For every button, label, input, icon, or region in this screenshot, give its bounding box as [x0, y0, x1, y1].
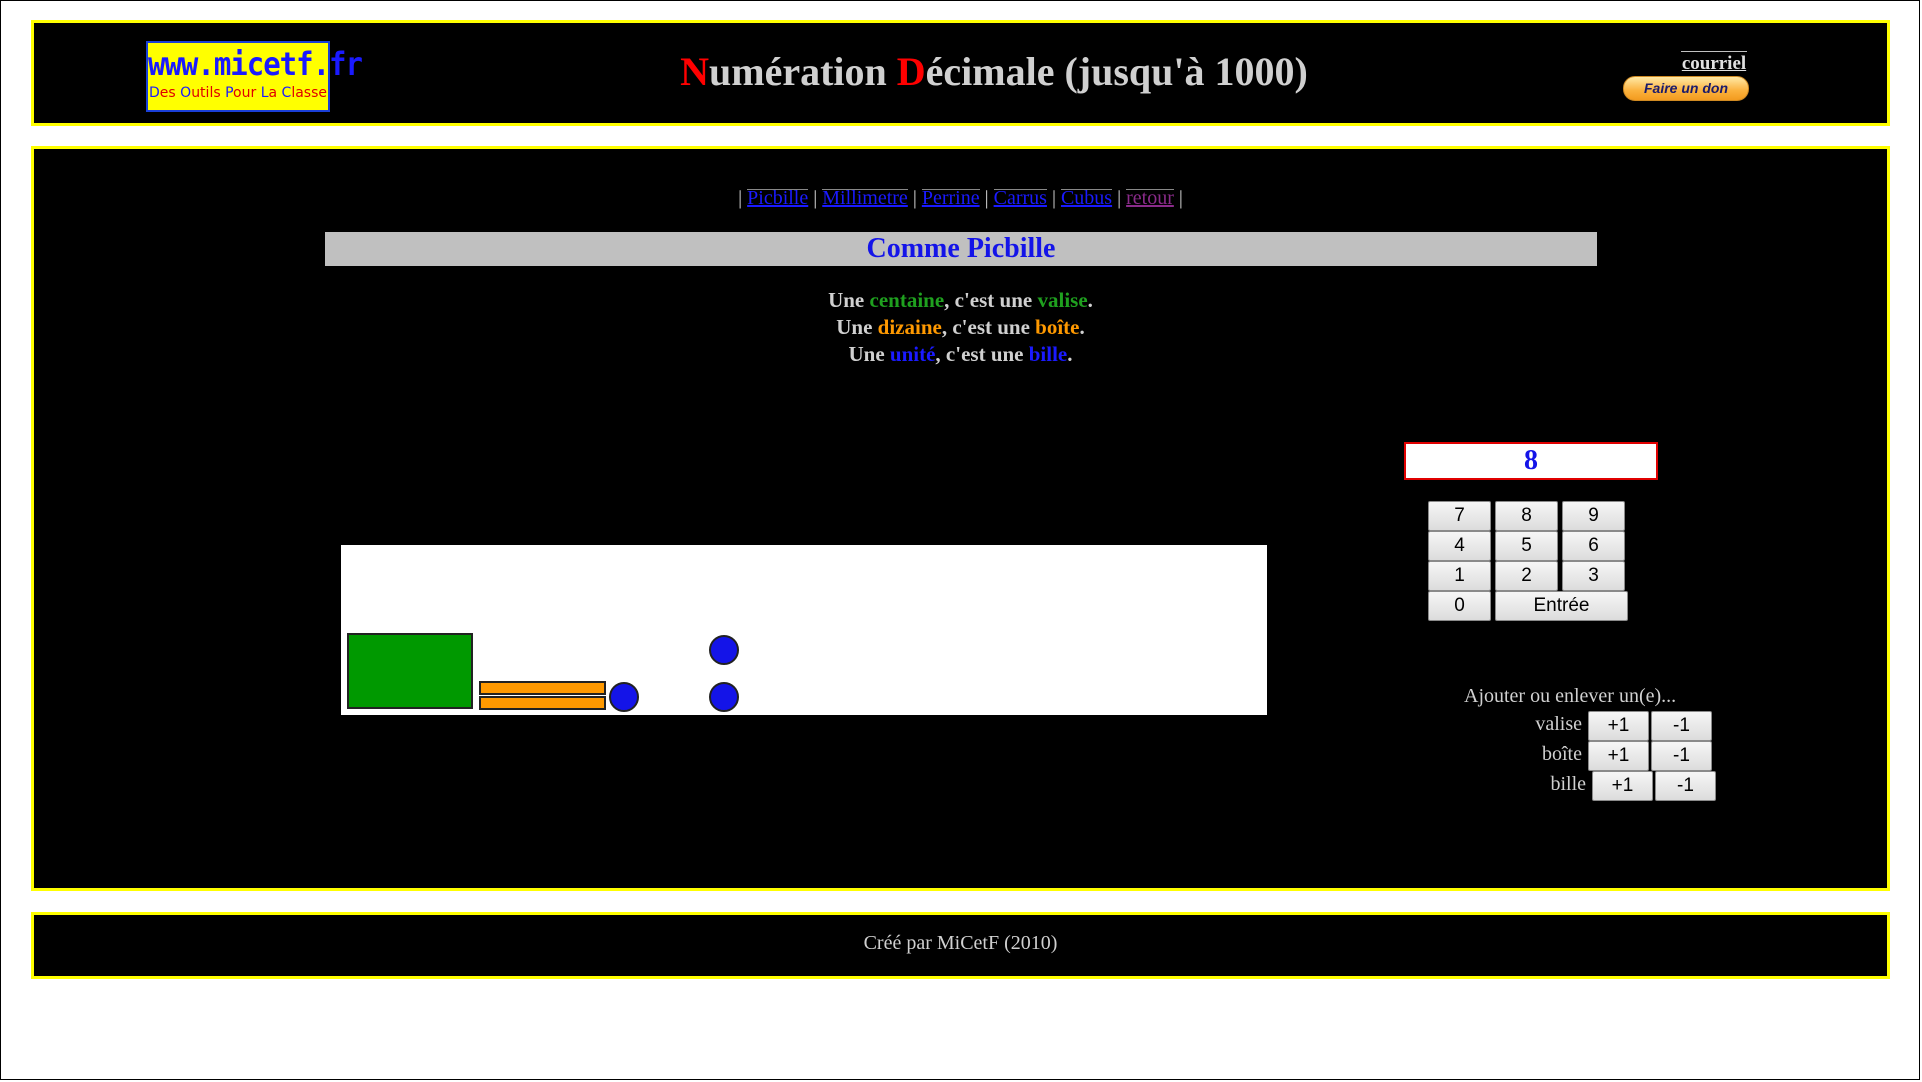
nav-separator: |	[738, 187, 743, 209]
add-bille-button[interactable]: +1	[1592, 771, 1653, 801]
nav-separator: |	[1117, 187, 1122, 209]
explanation-prefix: Une	[836, 315, 878, 339]
footer-panel: Créé par MiCetF (2010)	[31, 912, 1890, 979]
logo-tagline-word: Des	[149, 85, 176, 101]
explanations: Une centaine, c'est une valise. Une dizai…	[34, 287, 1887, 368]
explanation-unit: dizaine	[877, 315, 942, 339]
email-link[interactable]: courriel	[1649, 51, 1779, 75]
picbille-canvas	[341, 545, 1267, 715]
boite-shape	[479, 696, 606, 710]
explanation-prefix: Une	[828, 288, 870, 312]
donate-button[interactable]: Faire un don	[1623, 76, 1749, 101]
title-initial-n: N	[680, 49, 710, 94]
explanation-line: Une centaine, c'est une valise.	[34, 287, 1887, 314]
logo-tagline: Des Outils Pour La Classe	[148, 85, 328, 101]
adjust-title: Ajouter ou enlever un(e)...	[1464, 685, 1677, 707]
keypad-key-5[interactable]: 5	[1495, 531, 1558, 561]
remove-bille-button[interactable]: -1	[1655, 771, 1716, 801]
logo-tagline-word: La	[260, 85, 278, 101]
adjust-label-bille: bille	[1550, 773, 1586, 795]
explanation-object: boîte	[1035, 315, 1080, 339]
tool-nav: | Picbille | Millimetre | Perrine | Carr…	[34, 187, 1887, 210]
main-panel: | Picbille | Millimetre | Perrine | Carr…	[31, 146, 1890, 891]
add-valise-button[interactable]: +1	[1588, 711, 1649, 741]
nav-link-perrine[interactable]: Perrine	[922, 187, 980, 209]
keypad-key-9[interactable]: 9	[1562, 501, 1625, 531]
keypad-key-8[interactable]: 8	[1495, 501, 1558, 531]
nav-link-carrus[interactable]: Carrus	[994, 187, 1047, 209]
keypad-key-0[interactable]: 0	[1428, 591, 1491, 621]
explanation-line: Une dizaine, c'est une boîte.	[34, 314, 1887, 341]
bille-shape	[709, 635, 739, 665]
logo-text: www.micetf.fr	[148, 45, 363, 83]
site-logo[interactable]: www.micetf.fr Des Outils Pour La Classe	[146, 41, 363, 112]
explanation-line: Une unité, c'est une bille.	[34, 341, 1887, 368]
nav-link-retour[interactable]: retour	[1126, 187, 1174, 209]
explanation-unit: unité	[889, 342, 936, 366]
explanation-middle: , c'est une	[935, 342, 1029, 366]
keypad-key-4[interactable]: 4	[1428, 531, 1491, 561]
nav-separator: |	[912, 187, 917, 209]
explanation-middle: , c'est une	[944, 288, 1038, 312]
adjust-label-valise: valise	[1535, 713, 1582, 735]
boite-shape	[479, 681, 606, 695]
keypad-key-2[interactable]: 2	[1495, 561, 1558, 591]
nav-link-cubus[interactable]: Cubus	[1061, 187, 1112, 209]
nav-link-picbille[interactable]: Picbille	[747, 187, 808, 209]
nav-separator: |	[813, 187, 818, 209]
nav-link-millimetre[interactable]: Millimetre	[822, 187, 908, 209]
section-title: Comme Picbille	[325, 232, 1597, 266]
title-part-1: umération	[709, 49, 897, 94]
explanation-object: bille	[1028, 342, 1068, 366]
nav-separator: |	[1051, 187, 1056, 209]
adjust-label-boîte: boîte	[1542, 743, 1582, 765]
footer-credit: Créé par MiCetF (2010)	[863, 932, 1058, 954]
number-display: 8	[1404, 442, 1658, 480]
keypad-key-7[interactable]: 7	[1428, 501, 1491, 531]
explanation-middle: , c'est une	[941, 315, 1036, 339]
title-part-2: écimale (jusqu'à 1000)	[925, 49, 1308, 94]
logo-tagline-word: Outils	[180, 85, 221, 101]
enter-button[interactable]: Entrée	[1495, 591, 1628, 621]
bille-shape	[609, 682, 639, 712]
add-boîte-button[interactable]: +1	[1588, 741, 1649, 771]
page-title: Numération Décimale (jusqu'à 1000)	[434, 49, 1554, 95]
explanation-object: valise	[1037, 288, 1088, 312]
explanation-suffix: .	[1087, 288, 1093, 312]
nav-separator: |	[1178, 187, 1183, 209]
explanation-suffix: .	[1079, 315, 1085, 339]
logo-tagline-word: Classe	[281, 85, 327, 101]
explanation-unit: centaine	[869, 288, 945, 312]
logo-tagline-word: Pour	[225, 85, 257, 101]
remove-valise-button[interactable]: -1	[1651, 711, 1712, 741]
explanation-suffix: .	[1067, 342, 1073, 366]
keypad-key-3[interactable]: 3	[1562, 561, 1625, 591]
keypad-key-1[interactable]: 1	[1428, 561, 1491, 591]
header-panel: www.micetf.fr Des Outils Pour La Classe …	[31, 20, 1890, 126]
bille-shape	[709, 682, 739, 712]
keypad-key-6[interactable]: 6	[1562, 531, 1625, 561]
explanation-prefix: Une	[848, 342, 890, 366]
valise-shape	[347, 633, 473, 709]
title-initial-d: D	[896, 49, 926, 94]
nav-separator: |	[984, 187, 989, 209]
remove-boîte-button[interactable]: -1	[1651, 741, 1712, 771]
